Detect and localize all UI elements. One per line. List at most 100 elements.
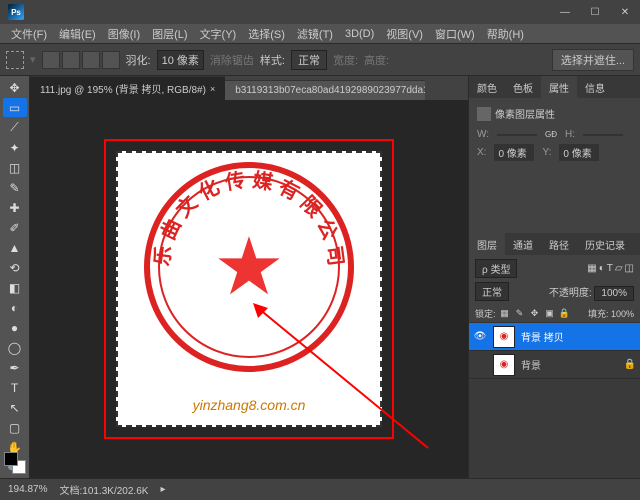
filter-type-icon[interactable]: T — [607, 263, 613, 274]
window-minimize[interactable]: — — [550, 0, 580, 24]
pixel-layer-icon — [477, 107, 491, 121]
menu-file[interactable]: 文件(F) — [8, 24, 50, 44]
menu-edit[interactable]: 编辑(E) — [56, 24, 99, 44]
fill-input[interactable]: 100% — [611, 309, 634, 319]
filter-smart-icon[interactable]: ◫ — [625, 263, 634, 274]
style-dropdown[interactable]: 正常 — [291, 50, 327, 70]
menu-select[interactable]: 选择(S) — [245, 24, 288, 44]
tab-history[interactable]: 历史记录 — [577, 233, 633, 255]
y-label: Y: — [542, 147, 551, 158]
properties-panel: 像素图层属性 W: GĐ H: X: 0 像素 Y: 0 像素 — [469, 98, 640, 173]
filter-shape-icon[interactable]: ▱ — [615, 263, 623, 274]
stamp-tool[interactable]: ▲ — [3, 238, 27, 257]
lasso-tool[interactable]: ⟋ — [3, 118, 27, 137]
feather-label: 羽化: — [126, 52, 151, 68]
selection-subtract-icon[interactable] — [82, 51, 100, 69]
healing-tool[interactable]: ✚ — [3, 198, 27, 217]
move-tool[interactable]: ✥ — [3, 78, 27, 97]
crop-tool[interactable]: ◫ — [3, 158, 27, 177]
foreground-color[interactable] — [4, 452, 18, 466]
blur-tool[interactable]: ● — [3, 318, 27, 337]
menu-3d[interactable]: 3D(D) — [342, 26, 377, 42]
tab-properties[interactable]: 属性 — [541, 76, 577, 98]
window-maximize[interactable]: ☐ — [580, 0, 610, 24]
menu-help[interactable]: 帮助(H) — [484, 24, 527, 44]
layer-name[interactable]: 背景 — [521, 357, 541, 372]
selection-intersect-icon[interactable] — [102, 51, 120, 69]
menubar: 文件(F) 编辑(E) 图像(I) 图层(L) 文字(Y) 选择(S) 滤镜(T… — [0, 24, 640, 44]
tab-layers[interactable]: 图层 — [469, 233, 505, 255]
marquee-tool[interactable]: ▭ — [3, 98, 27, 117]
zoom-level[interactable]: 194.87% — [8, 484, 47, 495]
filter-adjust-icon[interactable]: ◐ — [599, 263, 605, 274]
lock-artboard-icon[interactable]: ▣ — [544, 308, 556, 320]
menu-type[interactable]: 文字(Y) — [197, 24, 240, 44]
history-brush-tool[interactable]: ⟲ — [3, 258, 27, 277]
window-close[interactable]: ✕ — [610, 0, 640, 24]
close-icon[interactable]: × — [210, 84, 215, 94]
blend-mode-dropdown[interactable]: 正常 — [475, 282, 509, 301]
layer-item[interactable]: ◉ 背景 🔒 — [469, 351, 640, 379]
style-label: 样式: — [260, 52, 285, 68]
layer-thumbnail[interactable]: ◉ — [493, 354, 515, 376]
tab-label: b3119313b07eca80ad4192989023977dda144830… — [235, 85, 425, 96]
lock-position-icon[interactable]: ✥ — [529, 308, 541, 320]
layers-panel-tabs: 图层 通道 路径 历史记录 — [469, 233, 640, 255]
visibility-icon[interactable]: 👁 — [473, 331, 487, 342]
pen-tool[interactable]: ✒ — [3, 358, 27, 377]
eyedropper-tool[interactable]: ✎ — [3, 178, 27, 197]
x-input[interactable]: 0 像素 — [494, 144, 534, 161]
selection-add-icon[interactable] — [62, 51, 80, 69]
lock-pixels-icon[interactable]: ✎ — [514, 308, 526, 320]
layer-thumbnail[interactable]: ◉ — [493, 326, 515, 348]
eraser-tool[interactable]: ◧ — [3, 278, 27, 297]
height-label: H: — [565, 129, 575, 140]
layer-filter-dropdown[interactable]: ρ 类型 — [475, 259, 517, 278]
menu-filter[interactable]: 滤镜(T) — [294, 24, 336, 44]
feather-input[interactable]: 10 像素 — [157, 50, 204, 70]
path-tool[interactable]: ↖ — [3, 398, 27, 417]
y-input[interactable]: 0 像素 — [559, 144, 599, 161]
tab-swatches[interactable]: 色板 — [505, 76, 541, 98]
fill-label: 填充: — [588, 309, 609, 319]
width-input[interactable] — [497, 134, 537, 136]
document-content: 乐 曲 文 化 传 媒 有 限 公 司 ★ yinzhang8.com.cn — [116, 151, 382, 427]
tab-info[interactable]: 信息 — [577, 76, 613, 98]
stamp-url-text: yinzhang8.com.cn — [118, 397, 380, 413]
shape-tool[interactable]: ▢ — [3, 418, 27, 437]
menu-window[interactable]: 窗口(W) — [432, 24, 478, 44]
lock-transparent-icon[interactable]: ▦ — [499, 308, 511, 320]
selection-new-icon[interactable] — [42, 51, 60, 69]
height-input[interactable] — [583, 134, 623, 136]
refine-edge-button[interactable]: 选择并遮住... — [552, 49, 634, 71]
properties-title: 像素图层属性 — [495, 106, 555, 121]
lock-all-icon[interactable]: 🔒 — [559, 308, 571, 320]
menu-layer[interactable]: 图层(L) — [149, 24, 190, 44]
tab-color[interactable]: 颜色 — [469, 76, 505, 98]
layer-name[interactable]: 背景 拷贝 — [521, 329, 564, 344]
color-swatches[interactable] — [4, 452, 26, 474]
tab-paths[interactable]: 路径 — [541, 233, 577, 255]
gradient-tool[interactable]: ◐ — [3, 298, 27, 317]
dodge-tool[interactable]: ◯ — [3, 338, 27, 357]
status-arrow-icon[interactable]: ▸ — [160, 484, 165, 495]
menu-image[interactable]: 图像(I) — [105, 24, 143, 44]
magic-wand-tool[interactable]: ✦ — [3, 138, 27, 157]
antialias-checkbox: 消除锯齿 — [210, 52, 254, 68]
tab-active-doc[interactable]: 111.jpg @ 195% (背景 拷贝, RGB/8#) × — [30, 76, 225, 100]
layer-item[interactable]: 👁 ◉ 背景 拷贝 — [469, 323, 640, 351]
current-tool-icon[interactable] — [6, 51, 24, 69]
canvas[interactable]: 乐 曲 文 化 传 媒 有 限 公 司 ★ yinzhang8.com.cn — [30, 100, 468, 478]
link-wh-icon[interactable]: GĐ — [545, 130, 557, 139]
opacity-input[interactable]: 100% — [594, 286, 634, 301]
menu-view[interactable]: 视图(V) — [383, 24, 426, 44]
tab-channels[interactable]: 通道 — [505, 233, 541, 255]
toolbox: ✥ ▭ ⟋ ✦ ◫ ✎ ✚ ✐ ▲ ⟲ ◧ ◐ ● ◯ ✒ T ↖ ▢ ✋ 🔍 — [0, 76, 30, 478]
filter-pixel-icon[interactable]: ▦ — [587, 263, 596, 274]
app-logo: Ps — [8, 4, 24, 20]
opacity-label: 不透明度: — [549, 288, 592, 299]
document-tabbar: 111.jpg @ 195% (背景 拷贝, RGB/8#) × b311931… — [30, 76, 468, 100]
type-tool[interactable]: T — [3, 378, 27, 397]
brush-tool[interactable]: ✐ — [3, 218, 27, 237]
tab-inactive-doc[interactable]: b3119313b07eca80ad4192989023977dda144830… — [225, 80, 425, 100]
